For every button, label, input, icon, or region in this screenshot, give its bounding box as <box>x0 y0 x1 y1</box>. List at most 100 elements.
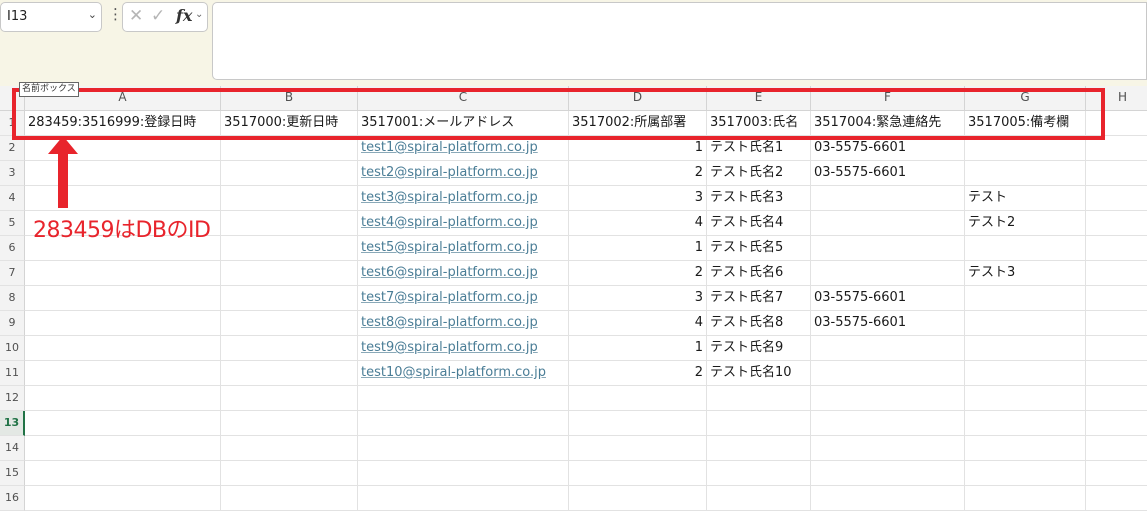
cell-c13[interactable] <box>358 411 569 436</box>
cell-c6[interactable]: test5@spiral-platform.co.jp <box>358 236 569 261</box>
cell-h10[interactable] <box>1086 336 1147 361</box>
cell-d8[interactable]: 3 <box>569 286 707 311</box>
cell-a11[interactable] <box>25 361 221 386</box>
row-header-11[interactable]: 11 <box>0 361 25 386</box>
cell-e7[interactable]: テスト氏名6 <box>707 261 811 286</box>
cell-h3[interactable] <box>1086 161 1147 186</box>
cell-d9[interactable]: 4 <box>569 311 707 336</box>
cell-a13[interactable] <box>25 411 221 436</box>
row-header-3[interactable]: 3 <box>0 161 25 186</box>
cell-a9[interactable] <box>25 311 221 336</box>
cell-f13[interactable] <box>811 411 965 436</box>
cell-g10[interactable] <box>965 336 1086 361</box>
row-header-4[interactable]: 4 <box>0 186 25 211</box>
cell-f14[interactable] <box>811 436 965 461</box>
row-header-6[interactable]: 6 <box>0 236 25 261</box>
cell-d11[interactable]: 2 <box>569 361 707 386</box>
cell-b10[interactable] <box>221 336 358 361</box>
cell-e6[interactable]: テスト氏名5 <box>707 236 811 261</box>
cell-h13[interactable] <box>1086 411 1147 436</box>
cell-c11[interactable]: test10@spiral-platform.co.jp <box>358 361 569 386</box>
more-options-icon[interactable]: ⋮ <box>108 5 123 23</box>
cell-c3[interactable]: test2@spiral-platform.co.jp <box>358 161 569 186</box>
cell-c15[interactable] <box>358 461 569 486</box>
cell-g13[interactable] <box>965 411 1086 436</box>
cell-g7[interactable]: テスト3 <box>965 261 1086 286</box>
cell-h7[interactable] <box>1086 261 1147 286</box>
cell-f12[interactable] <box>811 386 965 411</box>
cell-g5[interactable]: テスト2 <box>965 211 1086 236</box>
cell-a14[interactable] <box>25 436 221 461</box>
cell-g12[interactable] <box>965 386 1086 411</box>
cell-e15[interactable] <box>707 461 811 486</box>
cell-g9[interactable] <box>965 311 1086 336</box>
cell-g11[interactable] <box>965 361 1086 386</box>
cell-c14[interactable] <box>358 436 569 461</box>
cell-f3[interactable]: 03-5575-6601 <box>811 161 965 186</box>
cell-g15[interactable] <box>965 461 1086 486</box>
cell-c10[interactable]: test9@spiral-platform.co.jp <box>358 336 569 361</box>
cell-a7[interactable] <box>25 261 221 286</box>
cell-d3[interactable]: 2 <box>569 161 707 186</box>
cell-d15[interactable] <box>569 461 707 486</box>
cell-c5[interactable]: test4@spiral-platform.co.jp <box>358 211 569 236</box>
cell-g6[interactable] <box>965 236 1086 261</box>
cancel-icon[interactable]: ✕ <box>129 6 143 26</box>
cell-b11[interactable] <box>221 361 358 386</box>
cell-e5[interactable]: テスト氏名4 <box>707 211 811 236</box>
insert-function-button[interactable]: fx <box>176 6 192 25</box>
chevron-down-icon[interactable]: ⌄ <box>195 9 203 20</box>
formula-input[interactable] <box>212 2 1147 80</box>
cell-d4[interactable]: 3 <box>569 186 707 211</box>
cell-f8[interactable]: 03-5575-6601 <box>811 286 965 311</box>
row-header-15[interactable]: 15 <box>0 461 25 486</box>
row-header-9[interactable]: 9 <box>0 311 25 336</box>
cell-c7[interactable]: test6@spiral-platform.co.jp <box>358 261 569 286</box>
cell-e13[interactable] <box>707 411 811 436</box>
cell-e10[interactable]: テスト氏名9 <box>707 336 811 361</box>
cell-c4[interactable]: test3@spiral-platform.co.jp <box>358 186 569 211</box>
cell-d13[interactable] <box>569 411 707 436</box>
cell-f6[interactable] <box>811 236 965 261</box>
cell-e4[interactable]: テスト氏名3 <box>707 186 811 211</box>
cell-e14[interactable] <box>707 436 811 461</box>
cell-b15[interactable] <box>221 461 358 486</box>
row-header-8[interactable]: 8 <box>0 286 25 311</box>
cell-c8[interactable]: test7@spiral-platform.co.jp <box>358 286 569 311</box>
row-header-5[interactable]: 5 <box>0 211 25 236</box>
cell-b7[interactable] <box>221 261 358 286</box>
row-header-10[interactable]: 10 <box>0 336 25 361</box>
cell-h12[interactable] <box>1086 386 1147 411</box>
cell-b5[interactable] <box>221 211 358 236</box>
cell-a8[interactable] <box>25 286 221 311</box>
cell-g4[interactable]: テスト <box>965 186 1086 211</box>
name-box[interactable]: I13 ⌄ <box>0 2 102 32</box>
cell-b8[interactable] <box>221 286 358 311</box>
cell-e8[interactable]: テスト氏名7 <box>707 286 811 311</box>
cell-g3[interactable] <box>965 161 1086 186</box>
cell-d12[interactable] <box>569 386 707 411</box>
cell-c12[interactable] <box>358 386 569 411</box>
cell-h15[interactable] <box>1086 461 1147 486</box>
check-icon[interactable]: ✓ <box>151 6 165 26</box>
row-header-14[interactable]: 14 <box>0 436 25 461</box>
cell-h14[interactable] <box>1086 436 1147 461</box>
cell-g14[interactable] <box>965 436 1086 461</box>
cell-a10[interactable] <box>25 336 221 361</box>
cell-d5[interactable]: 4 <box>569 211 707 236</box>
cell-f10[interactable] <box>811 336 965 361</box>
cell-d14[interactable] <box>569 436 707 461</box>
cell-f9[interactable]: 03-5575-6601 <box>811 311 965 336</box>
cell-f5[interactable] <box>811 211 965 236</box>
cell-b3[interactable] <box>221 161 358 186</box>
cell-h5[interactable] <box>1086 211 1147 236</box>
cell-d10[interactable]: 1 <box>569 336 707 361</box>
cell-b6[interactable] <box>221 236 358 261</box>
row-header-13[interactable]: 13 <box>0 411 25 436</box>
cell-a15[interactable] <box>25 461 221 486</box>
cell-h4[interactable] <box>1086 186 1147 211</box>
cell-g8[interactable] <box>965 286 1086 311</box>
cell-h6[interactable] <box>1086 236 1147 261</box>
row-header-7[interactable]: 7 <box>0 261 25 286</box>
cell-f11[interactable] <box>811 361 965 386</box>
